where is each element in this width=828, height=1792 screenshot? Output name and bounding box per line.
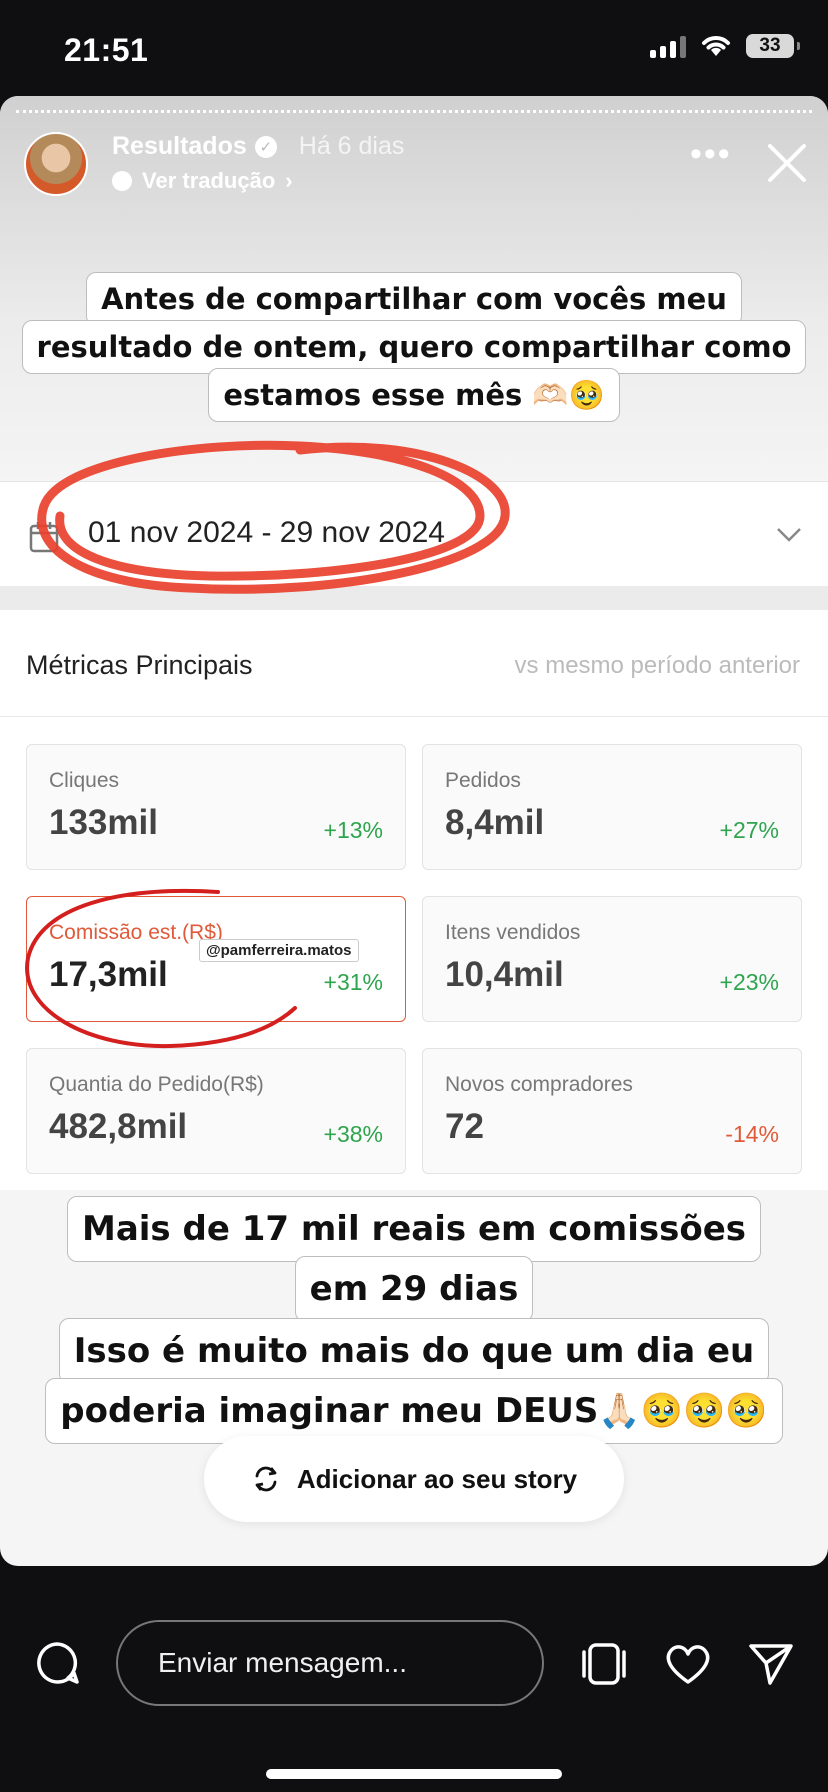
message-input[interactable]	[116, 1620, 544, 1706]
mention-sticker[interactable]: @pamferreira.matos	[199, 939, 359, 962]
translate-icon	[112, 171, 132, 191]
story-author[interactable]: Resultados ✓ Há 6 dias	[112, 132, 404, 161]
metric-card-pedidos[interactable]: Pedidos 8,4mil +27%	[422, 744, 802, 870]
metric-delta: +13%	[323, 817, 383, 843]
metric-label: Cliques	[49, 769, 120, 792]
metric-label: Novos compradores	[445, 1073, 633, 1096]
metric-card-comissao[interactable]: Comissão est.(R$) 17,3mil +31% @pamferre…	[26, 896, 406, 1022]
metrics-title: Métricas Principais	[26, 650, 253, 680]
author-name: Resultados	[112, 132, 247, 160]
metric-delta: +27%	[719, 817, 779, 843]
wifi-icon	[702, 36, 730, 56]
battery-icon: 33	[746, 34, 800, 58]
metric-value: 133mil	[49, 803, 158, 842]
section-separator	[0, 586, 828, 610]
date-range-text: 01 nov 2024 - 29 nov 2024	[88, 516, 445, 549]
home-indicator[interactable]	[266, 1769, 562, 1779]
metric-label: Quantia do Pedido(R$)	[49, 1073, 264, 1096]
metric-card-quantia[interactable]: Quantia do Pedido(R$) 482,8mil +38%	[26, 1048, 406, 1174]
story-progress	[16, 110, 812, 113]
repost-icon	[255, 1466, 277, 1492]
metric-card-novos[interactable]: Novos compradores 72 -14%	[422, 1048, 802, 1174]
send-icon[interactable]	[748, 1642, 794, 1686]
translate-link[interactable]: Ver tradução ›	[112, 168, 293, 194]
add-to-story-label: Adicionar ao seu story	[296, 1463, 578, 1494]
add-to-story-button[interactable]: Adicionar ao seu story	[204, 1436, 624, 1522]
metric-label: Itens vendidos	[445, 921, 581, 944]
metric-value: 8,4mil	[445, 803, 545, 842]
caption-line: Isso é muito mais do que um dia eu	[0, 1318, 828, 1384]
metric-delta: +31%	[323, 969, 383, 995]
metric-delta: -14%	[725, 1121, 779, 1147]
metric-card-itens[interactable]: Itens vendidos 10,4mil +23%	[422, 896, 802, 1022]
close-icon[interactable]	[764, 140, 810, 186]
metrics-panel: Métricas Principais vs mesmo período ant…	[0, 610, 828, 1190]
translate-label: Ver tradução	[142, 168, 276, 193]
signal-icon	[650, 34, 686, 58]
metric-value: 10,4mil	[445, 955, 564, 994]
reply-bar	[0, 1566, 828, 1792]
date-range-selector[interactable]: 01 nov 2024 - 29 nov 2024	[0, 481, 828, 586]
chevron-down-icon	[777, 528, 801, 542]
chevron-right-icon: ›	[285, 168, 293, 193]
avatar[interactable]	[24, 132, 88, 196]
metrics-compare: vs mesmo período anterior	[514, 652, 800, 679]
chat-bubble-icon[interactable]	[34, 1640, 80, 1686]
calendar-icon	[29, 522, 59, 553]
status-icons: 33	[650, 34, 800, 58]
caption-line: poderia imaginar meu DEUS🙏🏻🥹🥹🥹	[0, 1378, 828, 1444]
metric-delta: +38%	[323, 1121, 383, 1147]
caption-line: estamos esse mês 🫶🏻🥹	[0, 368, 828, 422]
caption-line: resultado de ontem, quero compartilhar c…	[0, 320, 828, 374]
story-time: Há 6 dias	[298, 132, 405, 160]
metric-value: 17,3mil	[49, 955, 168, 994]
status-bar: 21:51 33	[0, 0, 828, 96]
metric-label: Comissão est.(R$)	[49, 921, 223, 944]
heart-icon[interactable]	[664, 1642, 712, 1686]
metric-value: 482,8mil	[49, 1107, 188, 1146]
divider	[0, 716, 828, 717]
caption-line: Antes de compartilhar com vocês meu	[0, 272, 828, 326]
more-options-icon[interactable]: •••	[690, 137, 732, 171]
status-time: 21:51	[64, 32, 149, 68]
metric-value: 72	[445, 1107, 484, 1146]
metric-label: Pedidos	[445, 769, 521, 792]
caption-line: em 29 dias	[0, 1256, 828, 1322]
repost-story-icon[interactable]	[580, 1642, 628, 1686]
metric-delta: +23%	[719, 969, 779, 995]
caption-line: Mais de 17 mil reais em comissões	[0, 1196, 828, 1262]
story-card[interactable]: Resultados ✓ Há 6 dias Ver tradução › ••…	[0, 96, 828, 1566]
verified-icon: ✓	[254, 135, 277, 158]
metric-card-cliques[interactable]: Cliques 133mil +13%	[26, 744, 406, 870]
